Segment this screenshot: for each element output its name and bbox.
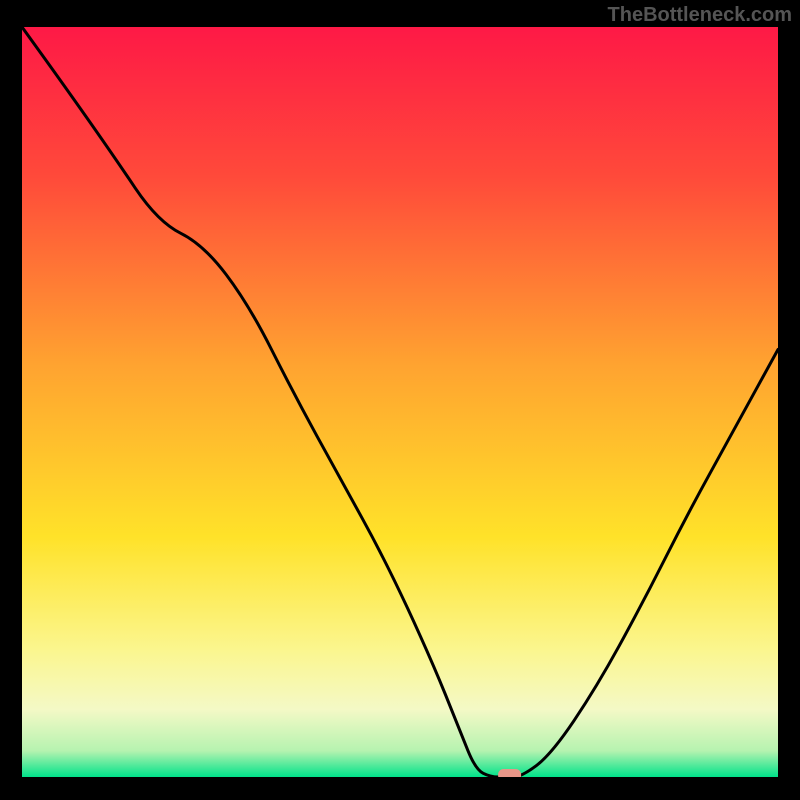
gradient-background	[22, 27, 778, 777]
watermark-text: TheBottleneck.com	[608, 4, 792, 27]
plot-area	[20, 25, 780, 779]
chart-frame: TheBottleneck.com	[0, 0, 800, 800]
bottleneck-chart	[22, 27, 778, 777]
optimal-point-marker	[499, 770, 521, 778]
